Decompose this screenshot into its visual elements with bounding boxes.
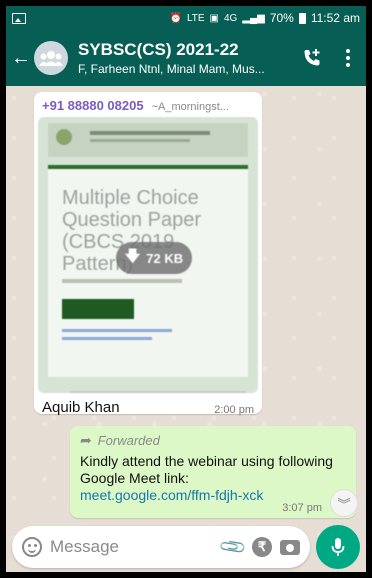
volte-label: LTE [186, 12, 205, 24]
download-icon: 🡇 [124, 247, 141, 265]
document-preview[interactable]: Multiple Choice Question Paper (CBCS 201… [38, 117, 258, 393]
phone-screen: ⏰ LTE ▣ 4G ▂▄▆ 70% 11:52 am ← SYBSC(CS) … [4, 4, 368, 574]
add-call-button[interactable] [294, 48, 330, 68]
outgoing-forwarded-message[interactable]: ➦ Forwarded Kindly attend the webinar us… [70, 426, 356, 518]
emoji-icon[interactable] [22, 537, 42, 557]
message-time: 2:00 pm [214, 404, 254, 416]
add-call-icon [304, 49, 320, 66]
message-input[interactable]: Message [50, 537, 214, 557]
sender-phone[interactable]: +91 88880 08205 [42, 98, 144, 113]
battery-icon [298, 12, 306, 24]
network-type-label: 4G [224, 12, 238, 24]
battery-percent: 70% [269, 11, 294, 25]
double-chevron-down-icon: ︾ [337, 496, 351, 512]
scroll-to-bottom-button[interactable]: ︾ [330, 489, 358, 517]
message-text: Kindly attend the webinar using followin… [80, 453, 333, 486]
forward-icon: ➦ [80, 432, 92, 448]
payment-icon[interactable]: ₹ [252, 537, 272, 557]
document-header-blurred [48, 123, 248, 157]
alarm-icon: ⏰ [169, 12, 182, 24]
chat-title: SYBSC(CS) 2021-22 [78, 40, 239, 59]
message-list[interactable]: +91 88880 08205 ~A_morningst... Multiple… [6, 86, 366, 518]
document-size: 72 KB [146, 250, 184, 266]
voice-message-button[interactable] [316, 525, 360, 569]
more-vert-icon [346, 49, 350, 67]
compose-bar: Message 📎 ₹ [6, 520, 366, 572]
group-avatar[interactable] [34, 41, 68, 75]
incoming-document-message[interactable]: +91 88880 08205 ~A_morningst... Multiple… [34, 92, 262, 416]
microphone-icon [331, 538, 345, 556]
overflow-menu-button[interactable] [330, 49, 366, 67]
clock: 11:52 am [310, 11, 360, 25]
status-bar: ⏰ LTE ▣ 4G ▂▄▆ 70% 11:52 am [6, 6, 366, 30]
camera-icon[interactable] [280, 539, 300, 555]
download-button[interactable]: 🡇 72 KB [116, 242, 192, 274]
sender-alias: ~A_morningst... [151, 101, 229, 113]
chat-participants: F, Farheen Ntnl, Minal Mam, Mus... [78, 62, 265, 76]
notification-icon: ▣ [209, 12, 219, 24]
forwarded-label: Forwarded [97, 433, 160, 448]
gallery-notification-icon [12, 12, 26, 24]
chat-title-block[interactable]: SYBSC(CS) 2021-22 F, Farheen Ntnl, Minal… [78, 40, 294, 76]
attach-icon[interactable]: 📎 [217, 532, 248, 562]
message-input-container: Message 📎 ₹ [12, 526, 310, 568]
message-time: 3:07 pm [282, 502, 322, 514]
message-caption: Aquib Khan [42, 399, 120, 416]
signal-icon: ▂▄▆ [242, 12, 265, 24]
group-icon [39, 51, 63, 66]
back-arrow-icon[interactable]: ← [10, 47, 32, 70]
chat-header: ← SYBSC(CS) 2021-22 F, Farheen Ntnl, Min… [6, 30, 366, 86]
